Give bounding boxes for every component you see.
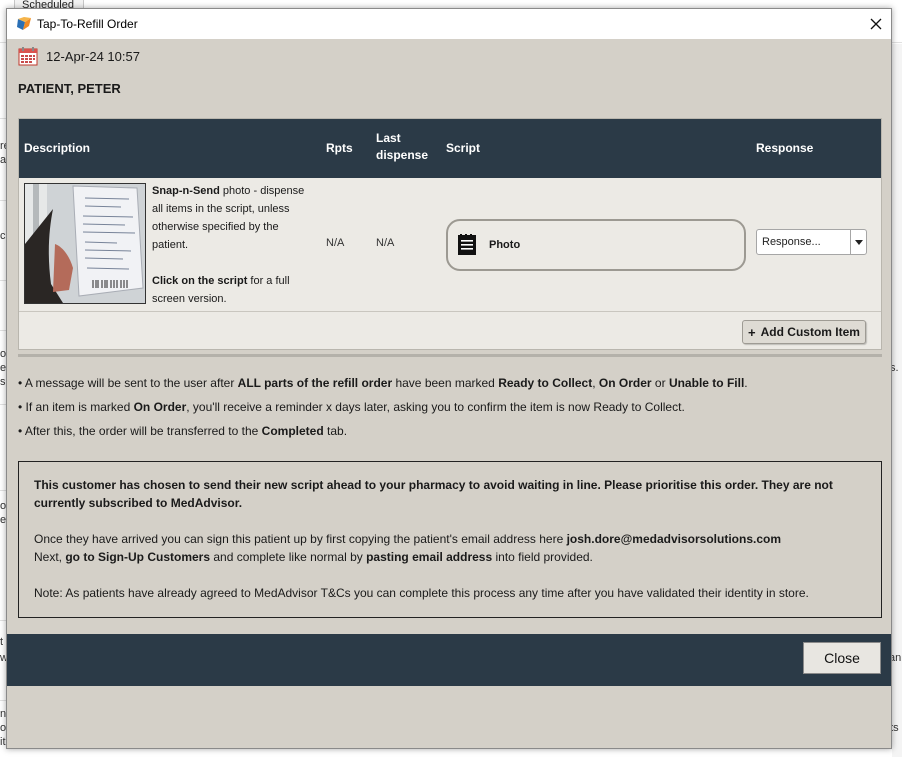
instruction-text: .	[744, 376, 748, 390]
notice-note: Note: As patients have already agreed to…	[34, 586, 809, 600]
patient-email[interactable]: josh.dore@medadvisorsolutions.com	[567, 532, 781, 546]
script-photo-thumbnail[interactable]	[24, 183, 146, 304]
order-datetime: 12-Apr-24 10:57	[46, 48, 140, 64]
table-row: Snap-n-Send photo - dispense all items i…	[19, 178, 881, 312]
dialog-titlebar: Tap-To-Refill Order	[7, 9, 891, 39]
instruction-emphasis: Unable to Fill	[668, 376, 745, 390]
item-description: Snap-n-Send photo - dispense all items i…	[152, 182, 317, 308]
close-icon[interactable]	[861, 9, 891, 39]
instruction-text: • After this, the order will be transfer…	[18, 424, 262, 438]
description-emphasis: Click on the script	[152, 275, 248, 287]
notice-text: Once they have arrived you can sign this…	[34, 532, 567, 546]
column-header-rpts: Rpts	[326, 141, 353, 155]
instruction-text: or	[651, 376, 669, 390]
description-emphasis: Snap-n-Send	[152, 185, 220, 197]
notice-emphasis: pasting email address	[366, 550, 493, 564]
notice-text: into field provided.	[492, 550, 593, 564]
script-label: Photo	[489, 239, 521, 251]
notice-signup-line: Next, go to Sign-Up Customers and comple…	[34, 548, 866, 566]
instruction-item: • After this, the order will be transfer…	[18, 423, 748, 447]
background-text: it	[0, 736, 6, 748]
column-header-description: Description	[24, 141, 91, 155]
instruction-text: ,	[592, 376, 599, 390]
notice-headline: This customer has chosen to send their n…	[34, 478, 833, 510]
instruction-list: • A message will be sent to the user aft…	[18, 375, 748, 447]
order-items-table: Description Rpts Last dispense Script Re…	[18, 118, 882, 350]
add-custom-item-button[interactable]: + Add Custom Item	[742, 320, 866, 344]
column-header-script: Script	[446, 141, 481, 155]
rpts-value: N/A	[326, 237, 345, 249]
close-button[interactable]: Close	[803, 642, 881, 674]
instruction-emphasis: On Order	[133, 400, 187, 414]
notice-email-line: Once they have arrived you can sign this…	[34, 530, 866, 548]
notice-text: Next,	[34, 550, 66, 564]
notice-emphasis: go to Sign-Up Customers	[65, 550, 211, 564]
instruction-emphasis: ALL parts of the refill order	[237, 376, 393, 390]
script-document-icon	[458, 234, 476, 255]
background-text: t	[0, 636, 4, 648]
instruction-text: • A message will be sent to the user aft…	[18, 376, 238, 390]
script-photo-button[interactable]: Photo	[446, 219, 746, 271]
section-divider	[18, 354, 882, 357]
app-logo-icon	[17, 17, 31, 30]
instruction-item: • If an item is marked On Order, you'll …	[18, 399, 748, 423]
order-datetime-row: 12-Apr-24 10:57	[18, 45, 140, 67]
chevron-down-icon[interactable]	[850, 230, 866, 254]
calendar-icon	[18, 47, 38, 66]
patient-name: PATIENT, PETER	[18, 81, 121, 96]
dialog-title: Tap-To-Refill Order	[37, 17, 138, 31]
column-header-last-dispense: Last dispense	[376, 131, 429, 162]
instruction-item: • A message will be sent to the user aft…	[18, 375, 748, 399]
instruction-text: , you'll receive a reminder x days later…	[186, 400, 685, 414]
notice-text: and complete like normal by	[210, 550, 367, 564]
table-header: Description Rpts Last dispense Script Re…	[19, 119, 881, 178]
instruction-text: • If an item is marked	[18, 400, 134, 414]
response-selected-value: Response...	[762, 236, 821, 248]
instruction-text: have been marked	[392, 376, 499, 390]
instruction-emphasis: On Order	[598, 376, 652, 390]
subscription-notice: This customer has chosen to send their n…	[18, 461, 882, 618]
background-right-panel	[892, 44, 902, 757]
response-dropdown[interactable]: Response...	[756, 229, 867, 255]
add-custom-item-label: Add Custom Item	[760, 325, 860, 339]
refill-order-dialog: Tap-To-Refill Order 12-Apr-24 10:57 PATI…	[6, 8, 892, 749]
plus-icon: +	[748, 324, 756, 340]
instruction-emphasis: Ready to Collect	[498, 376, 593, 390]
background-text: c	[0, 230, 6, 242]
dialog-footer: Close	[7, 634, 891, 686]
column-header-response: Response	[756, 141, 814, 155]
instruction-emphasis: Completed	[261, 424, 324, 438]
instruction-text: tab.	[323, 424, 348, 438]
last-dispense-value: N/A	[376, 237, 395, 249]
